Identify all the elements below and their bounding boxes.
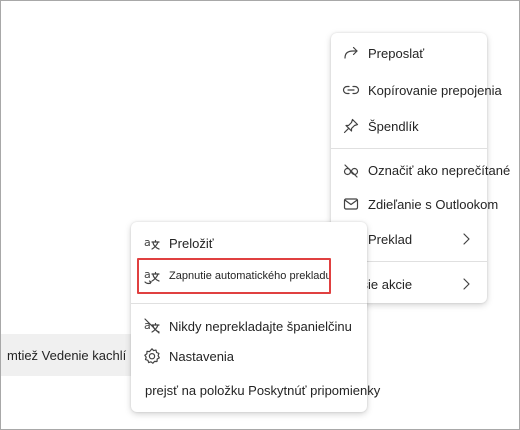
menu-item-mark-unread[interactable]: Označiť ako neprečítané [331, 153, 510, 187]
submenu-item-label: Nastavenia [169, 348, 235, 364]
submenu-item-label: prejsť na položku Poskytnúť pripomienky [145, 382, 381, 398]
svg-text:a: a [144, 268, 151, 281]
submenu-item-never-translate[interactable]: a Nikdy neprekladajte španielčinu [131, 309, 367, 343]
submenu-item-auto-translate[interactable]: a Zapnutie automatického prekladu [131, 259, 367, 293]
submenu-item-translate[interactable]: a Preložiť [131, 226, 367, 260]
translate-off-icon: a [143, 317, 161, 335]
mail-icon [342, 195, 360, 213]
menu-item-label: Kopírovanie prepojenia [368, 82, 502, 98]
svg-text:a: a [144, 236, 151, 249]
menu-item-forward[interactable]: Preposlať [331, 36, 487, 70]
submenu-item-settings[interactable]: Nastavenia [131, 339, 367, 373]
menu-item-pin[interactable]: Špendlík [331, 109, 487, 143]
menu-item-label: Označiť ako neprečítané [368, 162, 511, 178]
menu-item-label: Špendlík [368, 118, 419, 134]
translate-icon: a [143, 234, 161, 252]
menu-item-label: Zdieľanie s Outlookom [368, 196, 499, 212]
submenu-item-label: Preložiť [169, 235, 214, 251]
menu-item-label: Preklad [368, 231, 413, 247]
menu-divider [331, 148, 487, 149]
submenu-item-label: Zapnutie automatického prekladu [169, 270, 332, 282]
gear-icon [143, 347, 161, 365]
chevron-right-icon [463, 278, 470, 290]
submenu-item-label: Nikdy neprekladajte španielčinu [169, 318, 352, 334]
menu-item-share-outlook[interactable]: Zdieľanie s Outlookom [331, 187, 498, 221]
forward-icon [342, 44, 360, 62]
pin-icon [342, 117, 360, 135]
translate-submenu: a Preložiť a Zapnutie automatického prek… [131, 222, 380, 412]
auto-translate-icon: a [143, 267, 161, 285]
link-icon [342, 81, 360, 99]
submenu-item-feedback[interactable]: prejsť na položku Poskytnúť pripomienky [131, 373, 380, 407]
eye-off-icon [342, 161, 360, 179]
chat-message-text: mtiež Vedenie kachlí [7, 348, 127, 363]
menu-item-label: Preposlať [368, 45, 425, 61]
menu-item-copy-link[interactable]: Kopírovanie prepojenia [331, 73, 502, 107]
menu-divider [131, 303, 367, 304]
chevron-right-icon [463, 233, 470, 245]
